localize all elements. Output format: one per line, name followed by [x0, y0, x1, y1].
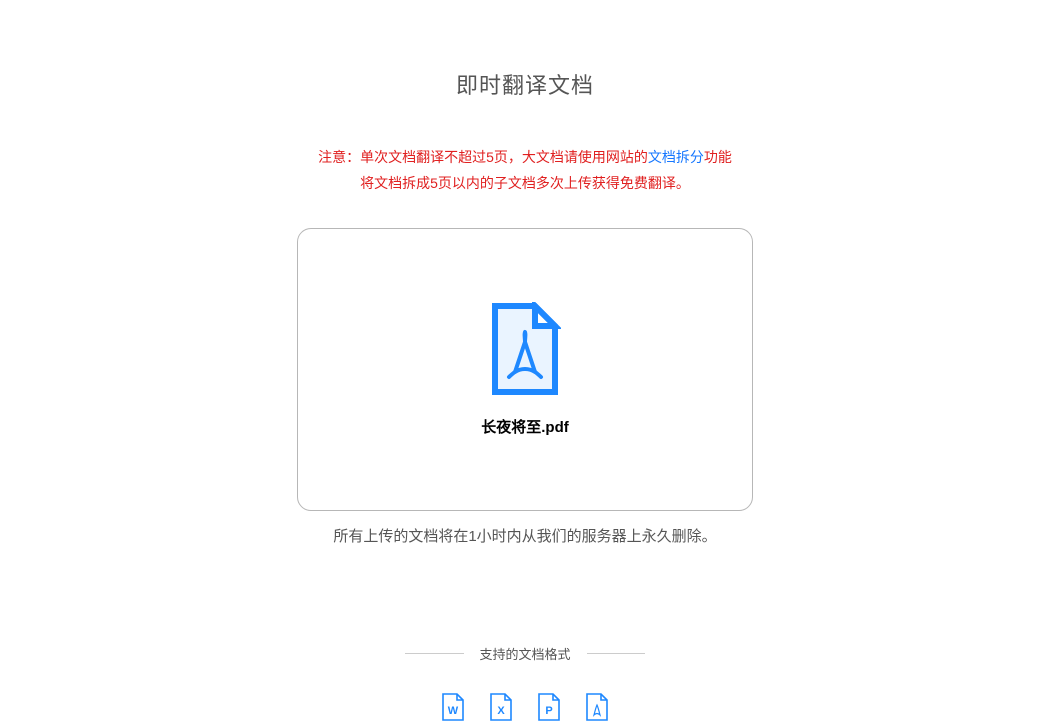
supported-formats-separator: 支持的文档格式 — [405, 644, 645, 663]
uploaded-filename: 长夜将至.pdf — [481, 416, 569, 437]
notice-prefix: 注意：单次文档翻译不超过5页，大文档请使用网站的 — [318, 149, 648, 165]
supported-formats-label: 支持的文档格式 — [480, 644, 571, 663]
auto-delete-note: 所有上传的文档将在1小时内从我们的服务器上永久删除。 — [333, 525, 716, 546]
svg-text:P: P — [545, 705, 552, 717]
separator-line-right — [587, 653, 646, 654]
excel-format-icon: X — [490, 693, 512, 721]
notice-suffix: 功能 — [704, 149, 732, 165]
pdf-file-icon — [489, 302, 561, 398]
notice-text: 注意：单次文档翻译不超过5页，大文档请使用网站的文档拆分功能 将文档拆成5页以内… — [318, 146, 732, 196]
upload-dropzone[interactable]: 长夜将至.pdf — [297, 228, 753, 511]
pdf-format-icon — [586, 693, 608, 721]
word-format-icon: W — [442, 693, 464, 721]
svg-text:W: W — [448, 705, 459, 717]
separator-line-left — [405, 653, 464, 654]
format-icons-row: W X P — [442, 693, 608, 721]
notice-line2: 将文档拆成5页以内的子文档多次上传获得免费翻译。 — [318, 172, 732, 196]
powerpoint-format-icon: P — [538, 693, 560, 721]
svg-text:X: X — [497, 705, 505, 717]
split-doc-link[interactable]: 文档拆分 — [648, 149, 704, 165]
page-title: 即时翻译文档 — [456, 68, 594, 100]
